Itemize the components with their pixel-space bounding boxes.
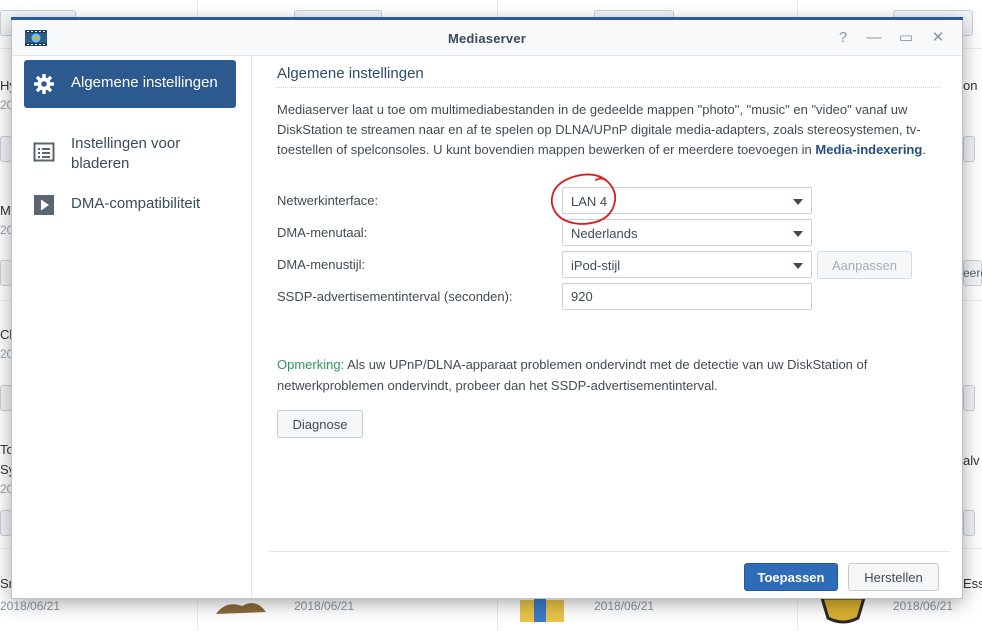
bg-package-thumbnail (520, 598, 564, 622)
bg-package-name: alv (963, 453, 980, 468)
reset-button[interactable]: Herstellen (848, 563, 939, 591)
dma-language-select[interactable]: Nederlands (562, 219, 812, 246)
description-text: Mediaserver laat u toe om multimediabest… (277, 100, 937, 160)
sidebar-item-label: Instellingen voor bladeren (71, 135, 181, 172)
chevron-down-icon (793, 199, 803, 205)
apply-button[interactable]: Toepassen (744, 563, 838, 591)
note-label: Opmerking: (277, 357, 345, 372)
media-indexing-link[interactable]: Media-indexering (815, 142, 922, 157)
footer-divider (269, 551, 950, 552)
sidebar: Algemene instellingen Instellingen voor … (12, 56, 252, 598)
bg-package-date: 2018/06/21 (0, 599, 61, 613)
window-titlebar[interactable]: Mediaserver ? — ▭ ✕ (12, 20, 962, 56)
main-content: Algemene instellingen Mediaserver laat u… (253, 56, 962, 598)
dma-style-value: iPod-stijl (571, 258, 621, 273)
sidebar-item-label: Algemene instellingen (71, 74, 218, 91)
title-divider (277, 87, 940, 88)
bg-package-date: 2018/06/21 (594, 599, 655, 613)
window-title: Mediaserver (447, 31, 527, 46)
ssdp-interval-label: SSDP-advertisementinterval (seconden): (277, 289, 513, 304)
bg-package-button[interactable] (963, 136, 975, 162)
description-end: . (922, 142, 926, 157)
bg-package-thumbnail (819, 596, 867, 624)
mediaserver-window: Mediaserver ? — ▭ ✕ Algemene instellinge… (11, 17, 963, 599)
chevron-down-icon (793, 263, 803, 269)
sidebar-item-browse-settings[interactable]: Instellingen voor bladeren (24, 134, 236, 174)
bg-package-thumbnail (216, 603, 266, 614)
dma-language-label: DMA-menutaal: (277, 225, 368, 240)
sidebar-item-label: DMA-compatibiliteit (71, 195, 201, 212)
page-title: Algemene instellingen (277, 65, 424, 82)
help-icon[interactable]: ? (833, 28, 853, 48)
bg-package-date: 2018/06/21 (893, 599, 954, 613)
close-icon[interactable]: ✕ (928, 28, 948, 48)
network-interface-select[interactable]: LAN 4 (562, 187, 812, 214)
bg-package-button[interactable] (963, 385, 975, 411)
sidebar-item-general-settings[interactable]: Algemene instellingen (24, 60, 236, 108)
browse-list-icon (33, 142, 55, 162)
network-interface-value: LAN 4 (571, 194, 608, 209)
dma-style-select[interactable]: iPod-stijl (562, 251, 812, 278)
dma-style-label: DMA-menustijl: (277, 257, 366, 272)
sidebar-item-dma-compatibility[interactable]: DMA-compatibiliteit (24, 194, 236, 216)
minimize-icon[interactable]: — (864, 28, 884, 48)
chevron-down-icon (793, 231, 803, 237)
ssdp-interval-input[interactable] (562, 283, 812, 310)
bg-package-button[interactable] (963, 510, 975, 536)
bg-package-name: Ess (963, 576, 982, 591)
bg-package-button-label: eere (963, 266, 982, 280)
network-interface-label: Netwerkinterface: (277, 193, 379, 208)
bg-package-date: 2018/06/21 (294, 599, 355, 613)
diagnose-button[interactable]: Diagnose (277, 410, 363, 438)
gear-icon (34, 74, 54, 94)
maximize-icon[interactable]: ▭ (896, 28, 916, 48)
play-icon (34, 195, 54, 215)
note-text: Opmerking: Als uw UPnP/DLNA-apparaat pro… (277, 354, 937, 396)
bg-package-name: on (963, 78, 978, 93)
customize-button[interactable]: Aanpassen (817, 251, 912, 279)
note-body: Als uw UPnP/DLNA-apparaat problemen onde… (277, 357, 868, 393)
dma-language-value: Nederlands (571, 226, 638, 241)
